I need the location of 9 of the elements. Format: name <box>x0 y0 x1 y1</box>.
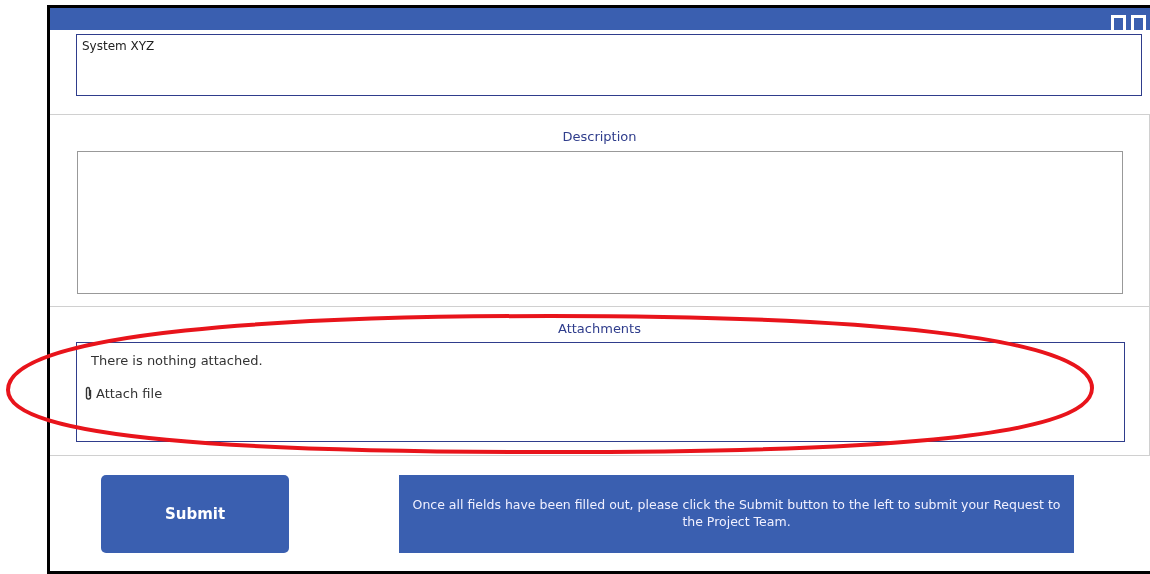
attachments-message: There is nothing attached. <box>91 353 263 368</box>
description-field[interactable] <box>77 151 1123 294</box>
field-label: Attachments <box>558 321 641 336</box>
info-banner: Once all fields have been filled out, please click the Submit button to the left to submit your Request to the Project Team. <box>399 474 1074 553</box>
field-label: Description <box>562 129 637 144</box>
submit-button[interactable]: Submit <box>101 474 289 553</box>
attach-file-link[interactable]: Attach file <box>84 386 163 401</box>
text-field[interactable]: System XYZ <box>76 34 1142 96</box>
paperclip-icon <box>84 386 93 401</box>
